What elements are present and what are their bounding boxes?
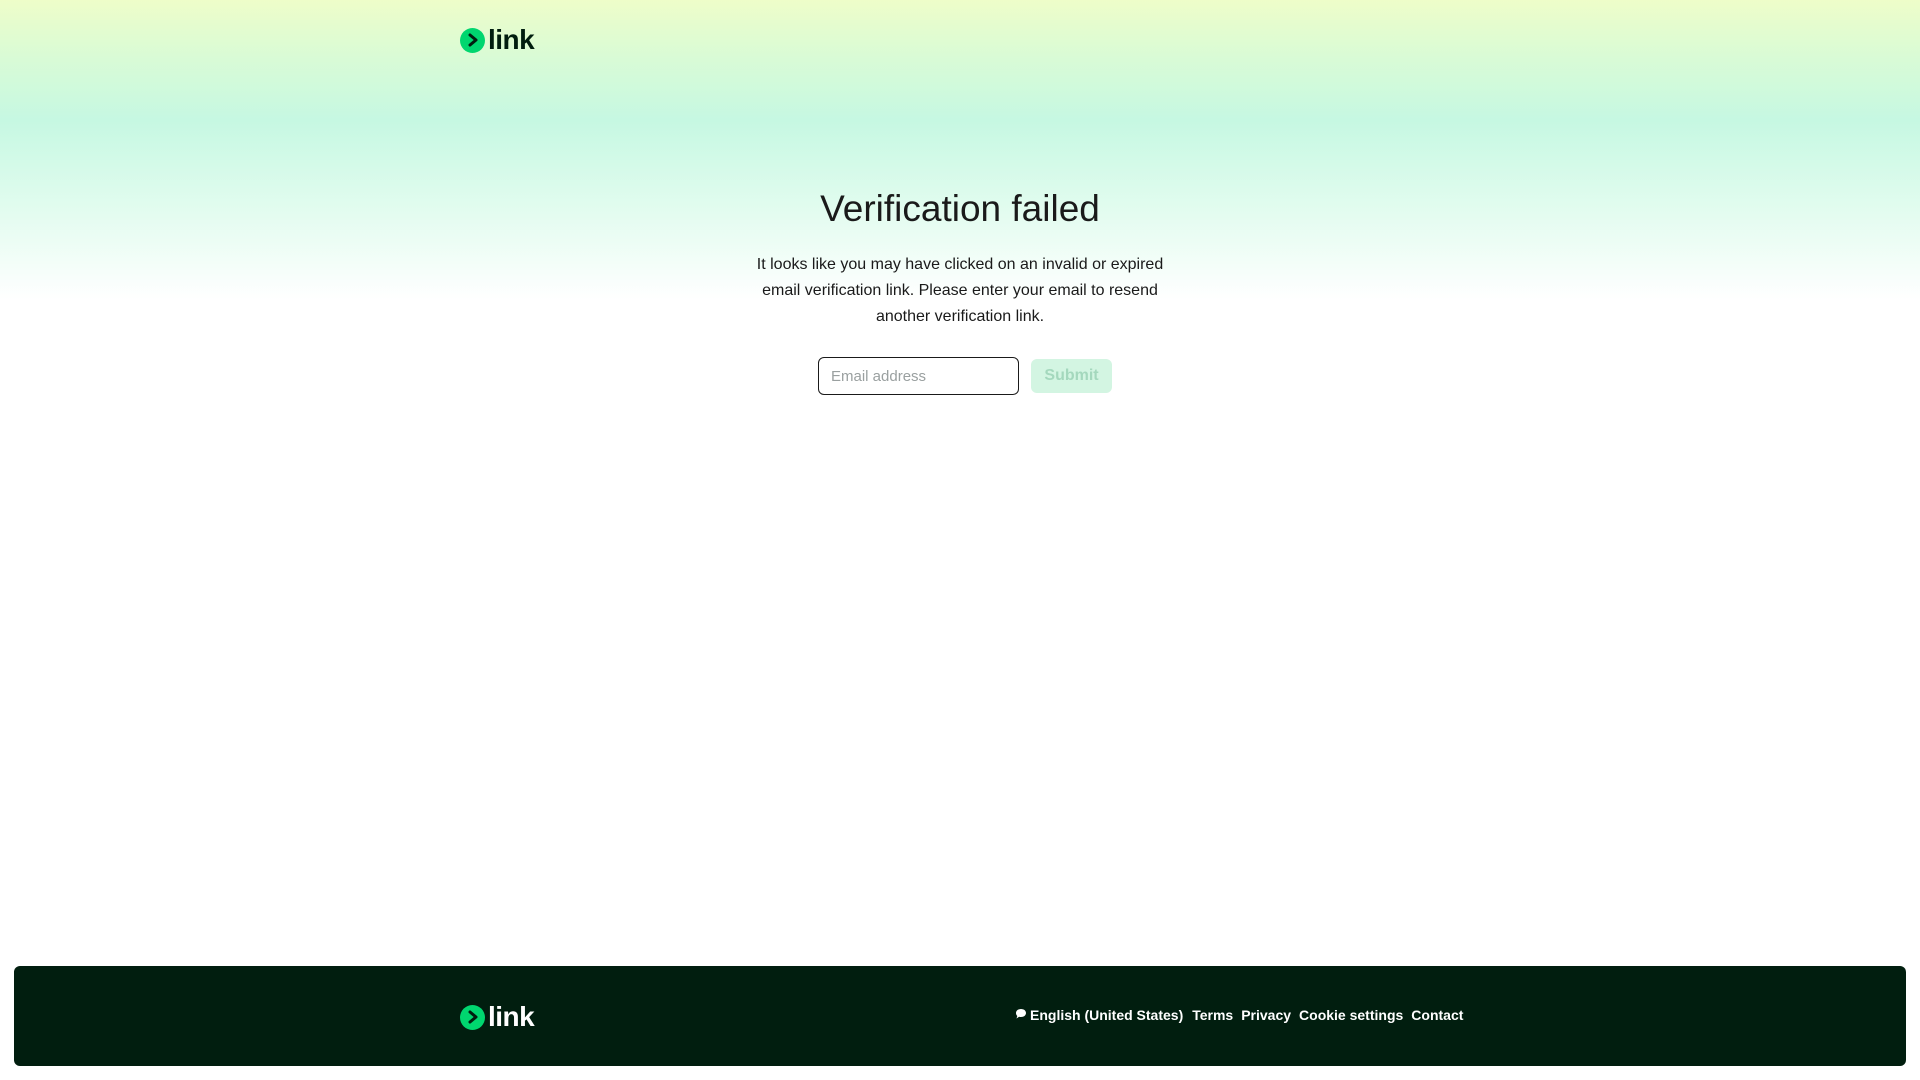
footer-links: English (United States) Terms Privacy Co… bbox=[1015, 1007, 1463, 1023]
footer: link English (United States) Terms Priva… bbox=[14, 966, 1906, 1066]
speech-bubble-icon bbox=[1015, 1007, 1027, 1023]
language-selector[interactable]: English (United States) bbox=[1015, 1007, 1183, 1023]
submit-button[interactable]: Submit bbox=[1031, 359, 1112, 393]
verification-panel: Verification failed It looks like you ma… bbox=[0, 185, 1920, 395]
footer-logo[interactable]: link bbox=[460, 1001, 535, 1032]
page-title: Verification failed bbox=[820, 188, 1100, 229]
description-text: It looks like you may have clicked on an… bbox=[756, 256, 1164, 325]
cookie-settings-link[interactable]: Cookie settings bbox=[1299, 1007, 1403, 1023]
language-label: English (United States) bbox=[1030, 1007, 1184, 1023]
header-logo[interactable]: link bbox=[460, 24, 535, 55]
privacy-link[interactable]: Privacy bbox=[1241, 1007, 1291, 1023]
link-logo-icon bbox=[460, 27, 485, 53]
page: link Verification failed It looks like y… bbox=[0, 0, 1920, 1080]
contact-link[interactable]: Contact bbox=[1411, 1007, 1463, 1023]
email-input[interactable] bbox=[818, 357, 1019, 395]
resend-form: Submit bbox=[818, 357, 1112, 395]
logo-text: link bbox=[488, 1001, 535, 1032]
logo-text: link bbox=[488, 24, 535, 55]
link-logo-icon bbox=[460, 1004, 485, 1030]
terms-link[interactable]: Terms bbox=[1192, 1007, 1233, 1023]
